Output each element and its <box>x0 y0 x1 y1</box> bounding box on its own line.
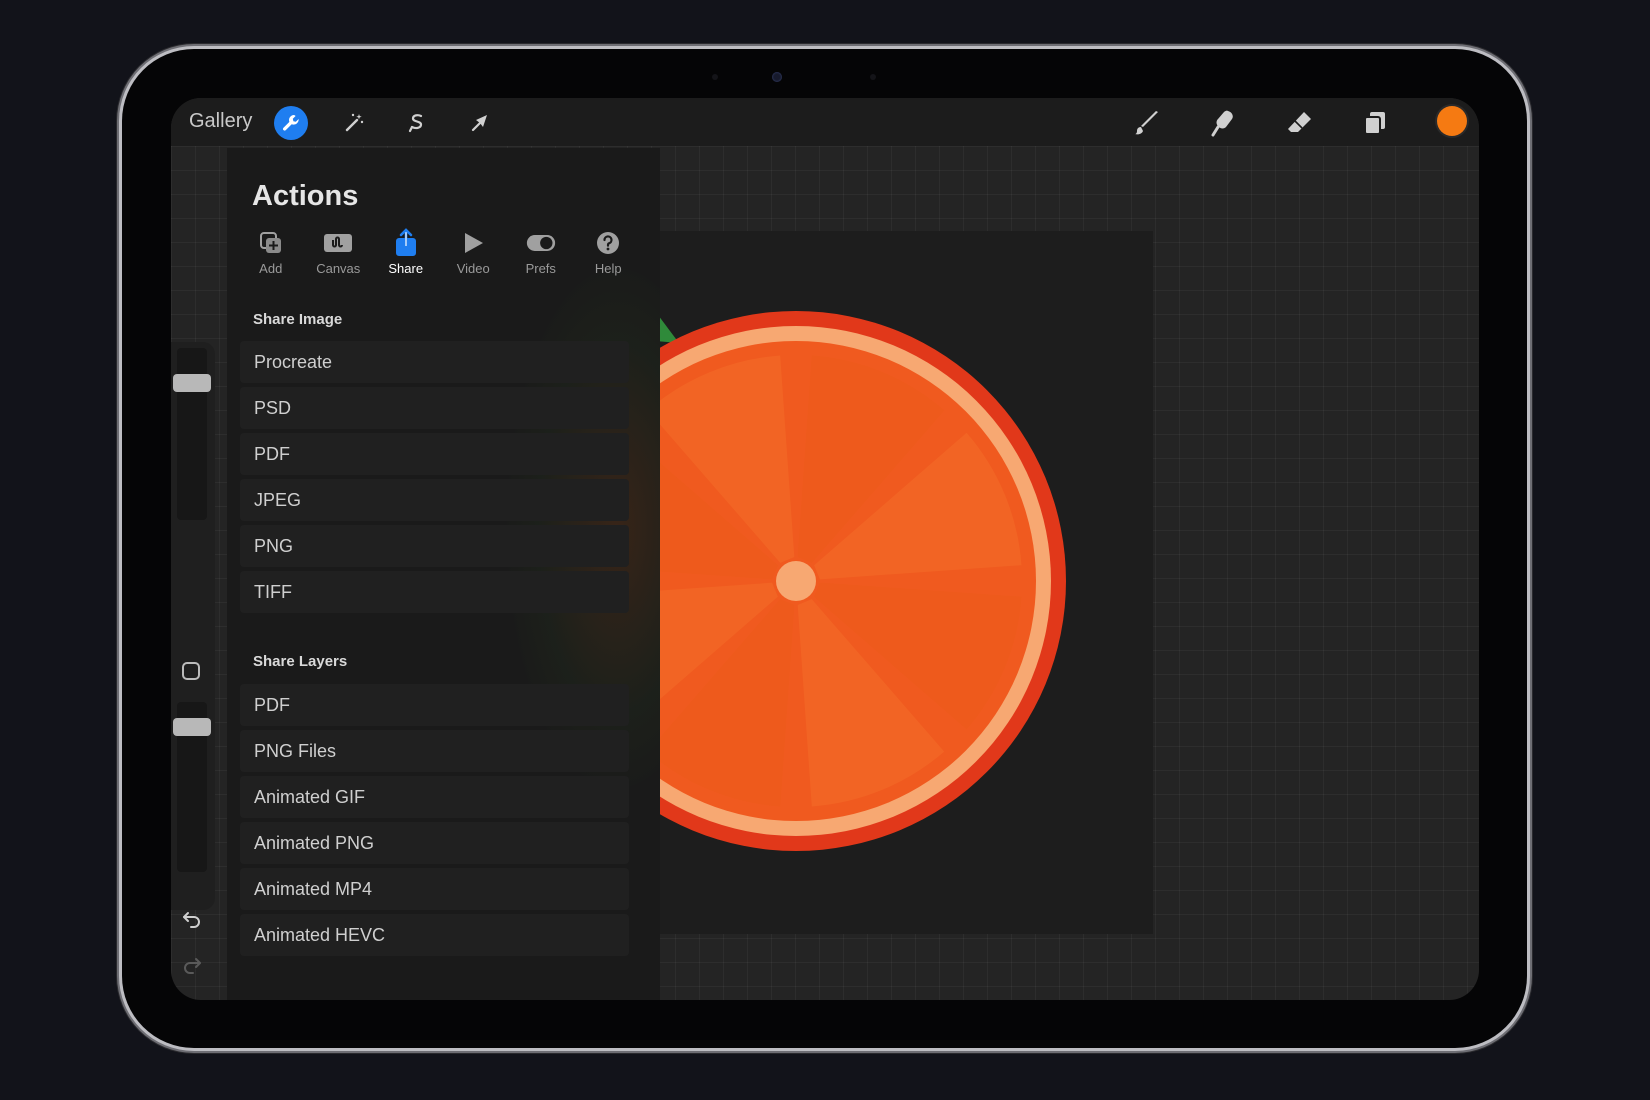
export-png[interactable]: PNG <box>240 525 629 567</box>
share-layers-heading: Share Layers <box>253 653 348 670</box>
gallery-button[interactable]: Gallery <box>189 110 252 133</box>
transform-icon[interactable] <box>463 106 497 140</box>
help-icon <box>593 228 623 258</box>
export-png-files[interactable]: PNG Files <box>240 730 629 772</box>
export-animated-mp4[interactable]: Animated MP4 <box>240 868 629 910</box>
tab-label: Prefs <box>525 261 556 276</box>
orange-slice-artwork <box>657 311 1066 851</box>
left-sidebar <box>171 342 215 974</box>
share-image-list: Procreate PSD PDF JPEG PNG TIFF <box>240 341 629 617</box>
smudge-icon[interactable] <box>1206 106 1240 140</box>
export-jpeg[interactable]: JPEG <box>240 479 629 521</box>
tab-canvas[interactable]: Canvas <box>305 228 373 276</box>
export-pdf[interactable]: PDF <box>240 433 629 475</box>
export-animated-hevc[interactable]: Animated HEVC <box>240 914 629 956</box>
add-icon <box>256 228 286 258</box>
tab-share[interactable]: Share <box>372 228 440 276</box>
sensor <box>712 74 718 80</box>
actions-panel: Actions Add Canvas Share Video Prefs Hel… <box>227 148 660 1000</box>
magic-wand-icon[interactable] <box>337 106 371 140</box>
brush-icon[interactable] <box>1130 106 1164 140</box>
export-psd[interactable]: PSD <box>240 387 629 429</box>
tab-label: Add <box>259 261 283 276</box>
top-toolbar: Gallery <box>171 98 1479 146</box>
opacity-thumb[interactable] <box>173 718 211 736</box>
video-icon <box>458 228 488 258</box>
prefs-icon <box>526 228 556 258</box>
tab-label: Canvas <box>316 261 361 276</box>
tab-label: Share <box>388 261 424 276</box>
canvas-icon <box>323 228 353 258</box>
share-layers-list: PDF PNG Files Animated GIF Animated PNG … <box>240 684 629 960</box>
share-icon <box>391 228 421 258</box>
app-screen: Gallery Actions Add Canvas Share Video P… <box>171 98 1479 1000</box>
export-animated-gif[interactable]: Animated GIF <box>240 776 629 818</box>
undo-icon[interactable] <box>179 906 205 932</box>
export-animated-png[interactable]: Animated PNG <box>240 822 629 864</box>
selection-icon[interactable] <box>400 106 434 140</box>
eraser-icon[interactable] <box>1282 106 1316 140</box>
tab-video[interactable]: Video <box>440 228 508 276</box>
sensor <box>870 74 876 80</box>
actions-tabs: Add Canvas Share Video Prefs Help <box>237 228 642 276</box>
layers-icon[interactable] <box>1358 106 1392 140</box>
tab-help[interactable]: Help <box>575 228 643 276</box>
wrench-icon[interactable] <box>274 106 308 140</box>
brush-size-thumb[interactable] <box>173 374 211 392</box>
drawing-canvas[interactable] <box>657 231 1153 934</box>
tab-prefs[interactable]: Prefs <box>507 228 575 276</box>
tab-label: Help <box>594 261 622 276</box>
export-layers-pdf[interactable]: PDF <box>240 684 629 726</box>
share-image-heading: Share Image <box>253 311 343 328</box>
modify-button[interactable] <box>182 662 200 680</box>
color-picker-button[interactable] <box>1437 106 1467 136</box>
tab-label: Video <box>456 261 490 276</box>
tab-add[interactable]: Add <box>237 228 305 276</box>
panel-title: Actions <box>252 180 359 212</box>
export-tiff[interactable]: TIFF <box>240 571 629 613</box>
front-camera <box>772 72 782 82</box>
redo-icon[interactable] <box>179 952 205 978</box>
export-procreate[interactable]: Procreate <box>240 341 629 383</box>
